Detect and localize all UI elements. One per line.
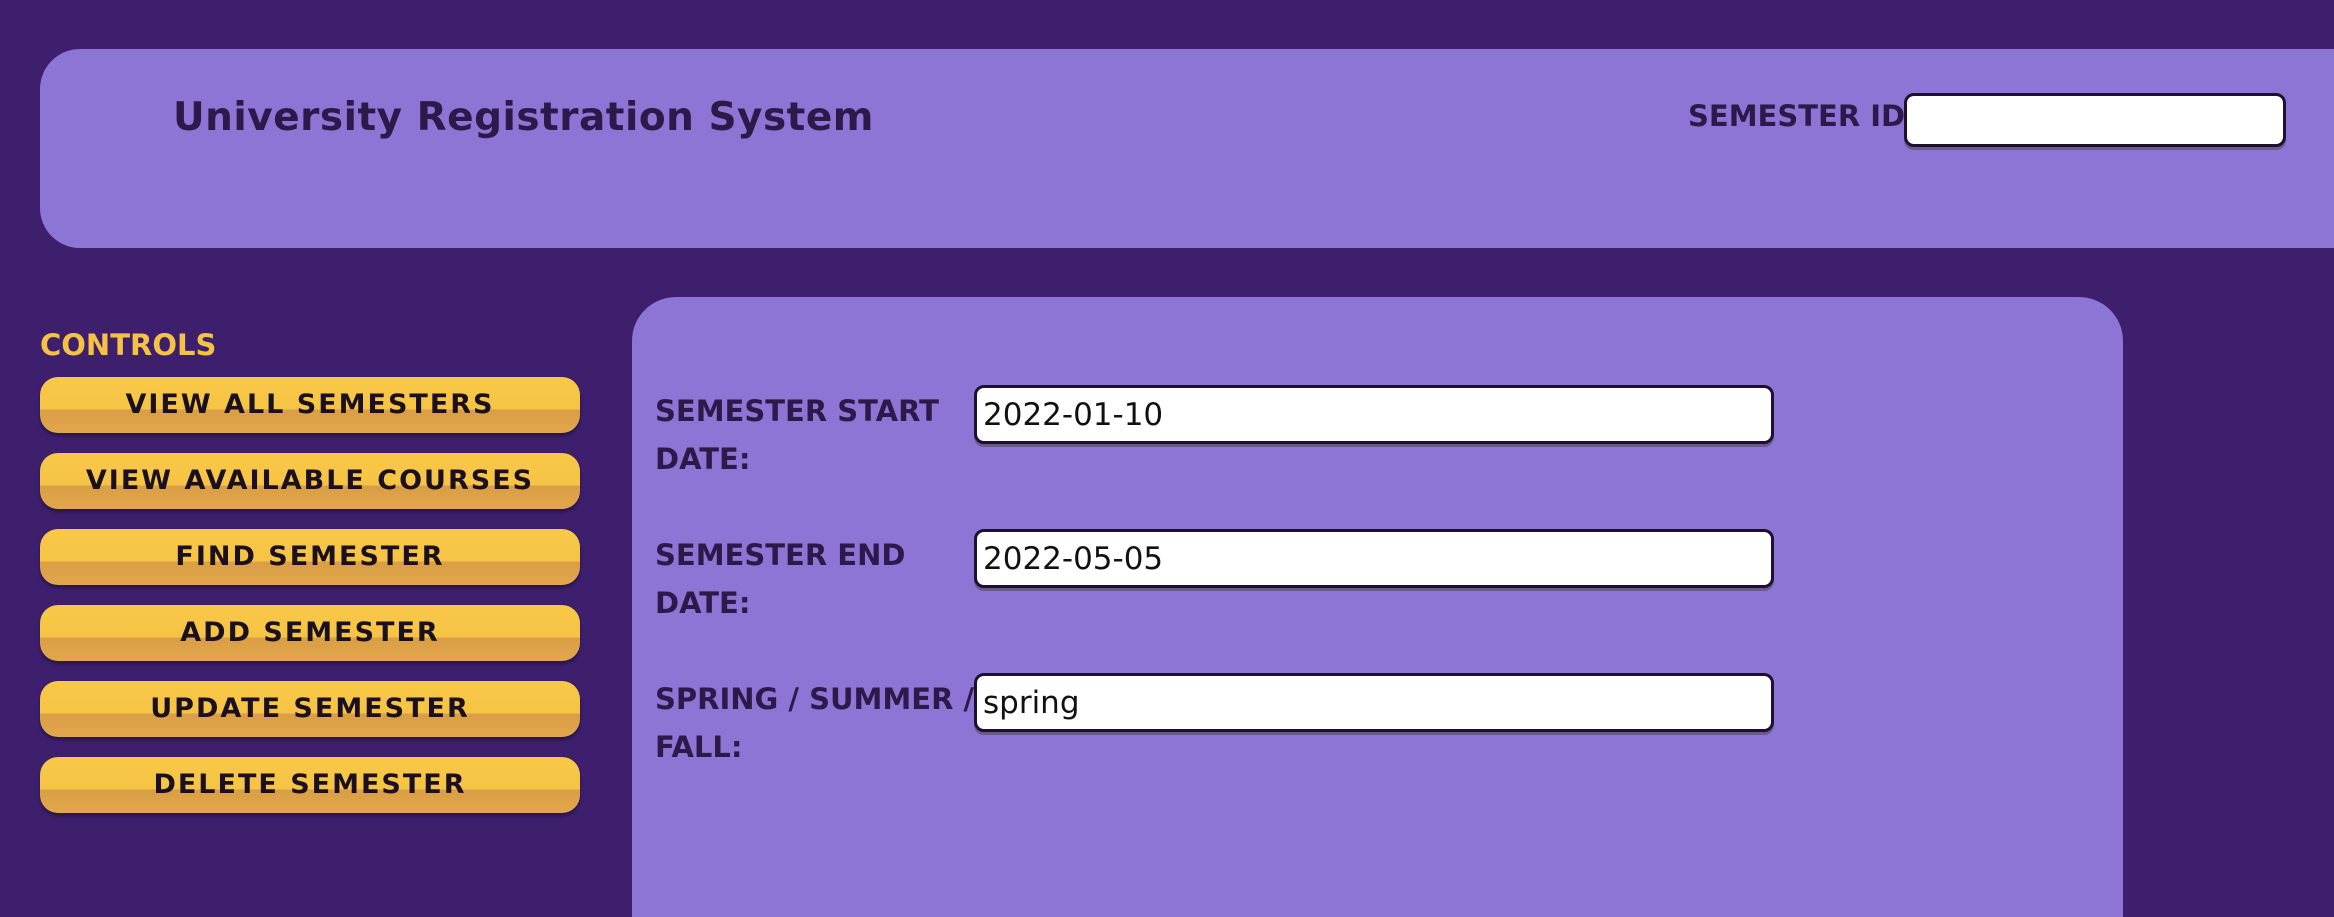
semester-form-panel: SEMESTER START DATE: SEMESTER END DATE: … bbox=[632, 297, 2123, 917]
semester-start-date-input[interactable] bbox=[974, 385, 1774, 444]
update-semester-button[interactable]: UPDATE SEMESTER bbox=[40, 681, 580, 737]
header-banner: University Registration System SEMESTER … bbox=[40, 49, 2334, 248]
season-label: SPRING / SUMMER / FALL: bbox=[655, 682, 975, 764]
add-semester-button[interactable]: ADD SEMESTER bbox=[40, 605, 580, 661]
delete-semester-button[interactable]: DELETE SEMESTER bbox=[40, 757, 580, 813]
semester-end-date-input[interactable] bbox=[974, 529, 1774, 588]
semester-id-label: SEMESTER ID: bbox=[1688, 99, 1917, 133]
season-input[interactable] bbox=[974, 673, 1774, 732]
find-semester-button[interactable]: FIND SEMESTER bbox=[40, 529, 580, 585]
view-all-semesters-button[interactable]: VIEW ALL SEMESTERS bbox=[40, 377, 580, 433]
view-available-courses-button[interactable]: VIEW AVAILABLE COURSES bbox=[40, 453, 580, 509]
app-title: University Registration System bbox=[173, 95, 874, 140]
controls-title: CONTROLS bbox=[40, 328, 217, 362]
semester-start-date-label: SEMESTER START DATE: bbox=[655, 394, 939, 476]
semester-id-input[interactable] bbox=[1904, 93, 2286, 147]
semester-end-date-label: SEMESTER END DATE: bbox=[655, 538, 906, 620]
